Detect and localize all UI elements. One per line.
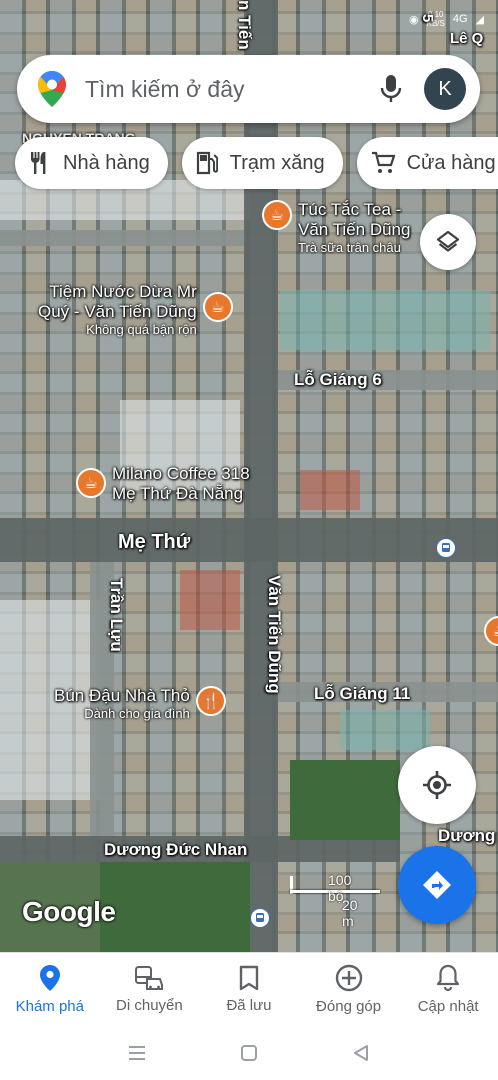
road-top	[0, 230, 244, 246]
search-input[interactable]: Tìm kiếm ở đây	[85, 76, 380, 103]
shopping-cart-icon	[371, 151, 395, 173]
street-label-5: 5	[419, 14, 436, 23]
search-bar[interactable]: Tìm kiếm ở đây K	[17, 55, 480, 123]
google-maps-pin-icon	[38, 71, 66, 107]
my-location-icon	[423, 771, 451, 799]
directions-icon	[423, 871, 451, 899]
bus-stop-icon[interactable]	[436, 538, 456, 558]
bell-icon	[437, 964, 460, 992]
commute-icon	[135, 966, 164, 990]
back-icon[interactable]	[351, 1043, 371, 1063]
location-status-icon: ◉	[409, 13, 419, 26]
street-label-me-thu: Mẹ Thứ	[118, 531, 191, 553]
signal-label: 4G	[452, 13, 468, 25]
category-chips: Nhà hàng Trạm xăng Cửa hàng t	[15, 137, 498, 189]
my-location-button[interactable]	[398, 746, 476, 824]
street-label-lo-giang-6: Lỗ Giáng 6	[294, 370, 382, 389]
poi-tiem-nuoc-dua[interactable]: ☕ Tiệm Nước Dừa Mr Quý - Văn Tiến Dũng K…	[38, 282, 233, 338]
restaurant-icon: 🍴	[195, 686, 226, 716]
scale-metric: 20 m	[342, 897, 358, 929]
cafe-icon[interactable]: ☕	[484, 616, 498, 646]
bottom-navigation: Khám phá Di chuyển Đã lưu Đóng góp Cập n…	[0, 952, 498, 1026]
poi-bun-dau-nha-tho[interactable]: 🍴 Bún Đậu Nhà Thỏ Dành cho gia đình	[54, 686, 226, 722]
chip-shops[interactable]: Cửa hàng t	[356, 137, 498, 189]
street-label-van-tien-top: n Tiến	[235, 0, 254, 50]
nav-contribute[interactable]: Đóng góp	[299, 953, 399, 1026]
explore-pin-icon	[39, 965, 60, 991]
avatar[interactable]: K	[424, 68, 466, 110]
bookmark-icon	[239, 965, 259, 991]
building-block	[280, 290, 490, 350]
street-label-duong-duc-nhan: Dương Đức Nhan	[104, 840, 248, 859]
satellite-map[interactable]: ◉ 0.10 KB/S 4G ◢ n Tiến Lê Q 5 NGUYEN TR…	[0, 0, 498, 952]
street-label-le: Lê Q	[450, 30, 484, 47]
poi-tuc-tac-tea[interactable]: ☕ Túc Tắc Tea - Văn Tiến Dũng Trà sữa tr…	[262, 200, 410, 256]
recent-apps-icon[interactable]	[127, 1043, 147, 1063]
chip-restaurants[interactable]: Nhà hàng	[15, 137, 168, 189]
cafe-icon: ☕	[262, 200, 292, 230]
building-block	[180, 570, 240, 630]
microphone-icon[interactable]	[380, 74, 402, 104]
park-area	[100, 862, 250, 952]
nav-commute[interactable]: Di chuyển	[100, 953, 200, 1026]
home-icon[interactable]	[239, 1043, 259, 1063]
building-block	[300, 470, 360, 510]
add-circle-icon	[335, 964, 362, 992]
park-area	[290, 760, 400, 840]
gas-station-icon	[196, 151, 218, 175]
poi-milano-coffee[interactable]: ☕ Milano Coffee 318 Mẹ Thứ Đà Nẵng	[76, 464, 250, 504]
street-label-tran-luu: Trần Lựu	[107, 578, 126, 652]
google-logo: Google	[22, 896, 116, 927]
directions-button[interactable]	[398, 846, 476, 924]
nav-explore[interactable]: Khám phá	[0, 953, 100, 1026]
layers-icon	[436, 230, 460, 252]
street-label-van-tien-dung: Văn Tiến Dũng	[265, 575, 284, 694]
cafe-icon: ☕	[202, 292, 233, 322]
nav-updates[interactable]: Cập nhật	[398, 953, 498, 1026]
restaurant-icon	[31, 152, 46, 174]
nav-saved[interactable]: Đã lưu	[199, 953, 299, 1026]
street-label-lo-giang-11: Lỗ Giáng 11	[314, 684, 411, 703]
signal-icon: ◢	[475, 13, 484, 26]
bus-stop-icon[interactable]	[250, 908, 270, 928]
street-label-duong: Dương	[438, 826, 496, 845]
building-block	[340, 710, 430, 750]
system-navigation-bar	[0, 1026, 498, 1080]
cafe-icon: ☕	[76, 468, 106, 498]
layers-button[interactable]	[420, 214, 476, 270]
chip-gas-stations[interactable]: Trạm xăng	[181, 137, 343, 189]
